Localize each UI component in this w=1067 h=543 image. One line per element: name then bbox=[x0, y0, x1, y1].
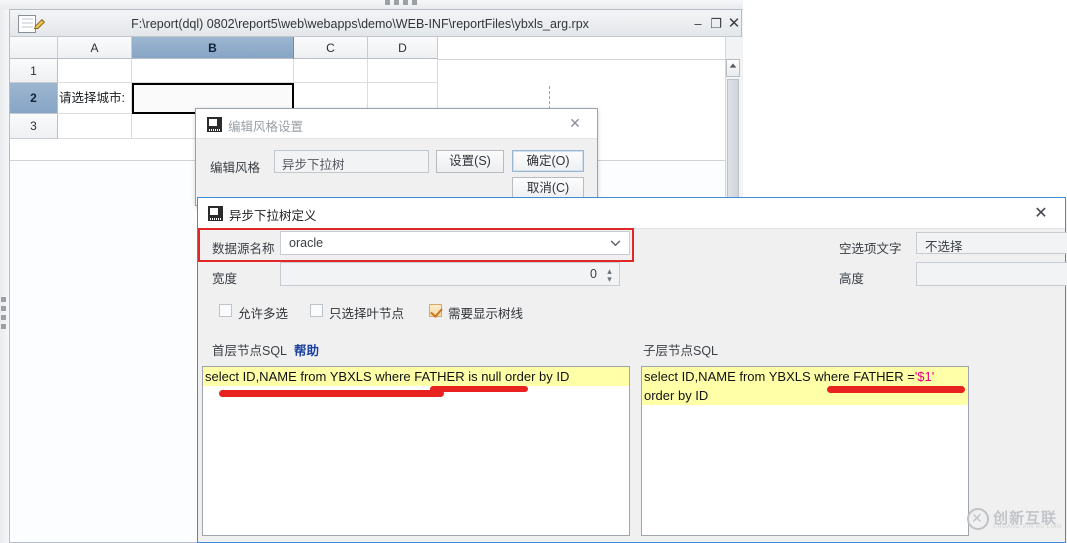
root-sql-text: select ID,NAME from YBXLS where FATHER i… bbox=[203, 367, 629, 386]
chevron-down-icon bbox=[610, 240, 621, 247]
cell-d1[interactable] bbox=[368, 59, 438, 83]
height-spinner[interactable]: 0 ▴ ▾ bbox=[916, 262, 1067, 286]
cell-a3[interactable] bbox=[58, 114, 132, 139]
row-header-1[interactable]: 1 bbox=[10, 59, 58, 83]
watermark: ✕ 创新互联 CHUANG XIN HU LIAN bbox=[967, 505, 1063, 535]
scroll-up-arrow-icon[interactable] bbox=[726, 59, 740, 77]
chevron-down-icon bbox=[410, 159, 421, 166]
checkbox-allow-multiselect-label: 允许多选 bbox=[238, 307, 289, 321]
cell-b1[interactable] bbox=[132, 59, 294, 83]
help-link[interactable]: 帮助 bbox=[294, 340, 319, 359]
edit-style-label: 编辑风格 bbox=[210, 161, 261, 175]
child-sql-parameter: '$1' bbox=[914, 369, 935, 384]
style-dialog-titlebar[interactable]: 编辑风格设置 ✕ bbox=[196, 109, 597, 139]
root-node-sql-label: 首层节点SQL bbox=[212, 344, 288, 358]
cell-a2[interactable]: 请选择城市: bbox=[58, 83, 132, 114]
empty-option-text-value: 不选择 bbox=[925, 240, 963, 254]
spin-down-icon[interactable]: ▾ bbox=[604, 275, 615, 284]
width-spinner[interactable]: 0 ▴ ▾ bbox=[280, 262, 620, 286]
column-header-a[interactable]: A bbox=[58, 37, 132, 59]
left-grip-handle[interactable] bbox=[1, 297, 7, 337]
column-header-b[interactable]: B bbox=[132, 37, 294, 59]
cell-c1[interactable] bbox=[294, 59, 368, 83]
minimize-button[interactable]: – bbox=[690, 16, 706, 31]
width-label: 宽度 bbox=[212, 272, 238, 286]
grid-header-filler bbox=[438, 37, 725, 60]
row-header-2[interactable]: 2 bbox=[10, 83, 58, 114]
annotation-underline-root-sql bbox=[219, 390, 444, 397]
top-grip-handle[interactable] bbox=[385, 0, 425, 6]
checkbox-show-tree-lines-label: 需要显示树线 bbox=[448, 307, 524, 321]
datasource-label: 数据源名称 bbox=[212, 242, 275, 256]
window-titlebar[interactable]: F:\report(dql) 0802\report5\web\webapps\… bbox=[10, 10, 741, 37]
empty-option-text-input[interactable]: 不选择 bbox=[916, 232, 1067, 254]
property-grid-panel: 属性名称 值 表达式 −··值··值··显示格式··显示值+··显示+··段落+… bbox=[743, 0, 1067, 200]
column-header-c[interactable]: C bbox=[294, 37, 368, 59]
style-set-button[interactable]: 设置(S) bbox=[436, 150, 504, 173]
app-icon bbox=[208, 206, 223, 221]
datasource-combobox[interactable]: oracle bbox=[280, 231, 630, 255]
checkbox-checked-icon[interactable] bbox=[429, 304, 442, 317]
pencil-icon bbox=[34, 19, 45, 29]
cell-a1[interactable] bbox=[58, 59, 132, 83]
tree-dialog-titlebar[interactable]: 异步下拉树定义 ✕ bbox=[198, 198, 1065, 229]
child-sql-line1-prefix: select ID,NAME from YBXLS where FATHER = bbox=[644, 369, 915, 384]
width-spinner-arrows[interactable]: ▴ ▾ bbox=[604, 267, 615, 284]
window-title: F:\report(dql) 0802\report5\web\webapps\… bbox=[131, 17, 589, 31]
column-header-d[interactable]: D bbox=[368, 37, 438, 59]
annotation-underline-child-sql bbox=[827, 386, 965, 393]
width-value: 0 bbox=[590, 267, 597, 281]
style-cancel-button-label: 取消(C) bbox=[526, 181, 570, 195]
style-dialog-title: 编辑风格设置 bbox=[228, 120, 304, 134]
edit-style-combobox[interactable]: 异步下拉树 bbox=[274, 150, 429, 173]
child-sql-line1: select ID,NAME from YBXLS where FATHER =… bbox=[642, 367, 968, 386]
maximize-button[interactable]: ❐ bbox=[708, 16, 724, 31]
watermark-subtext: CHUANG XIN HU LIAN bbox=[993, 524, 1062, 530]
style-set-button-label: 设置(S) bbox=[449, 154, 491, 168]
app-icon bbox=[207, 117, 222, 132]
child-node-sql-label: 子层节点SQL bbox=[643, 344, 719, 358]
height-label: 高度 bbox=[839, 272, 865, 286]
style-cancel-button[interactable]: 取消(C) bbox=[512, 177, 584, 199]
empty-option-text-label: 空选项文字 bbox=[839, 242, 902, 256]
report-file-icon bbox=[18, 15, 45, 33]
checkbox-box-icon[interactable] bbox=[310, 304, 323, 317]
tree-dialog-close-icon[interactable]: ✕ bbox=[1030, 203, 1052, 225]
edit-style-combo-value: 异步下拉树 bbox=[282, 158, 345, 172]
datasource-combo-value: oracle bbox=[289, 236, 324, 250]
grid-corner-cell[interactable] bbox=[10, 37, 58, 59]
row-header-3[interactable]: 3 bbox=[10, 114, 58, 139]
tree-dialog-title: 异步下拉树定义 bbox=[229, 209, 317, 223]
close-button[interactable]: ✕ bbox=[726, 16, 742, 31]
style-dialog-close-icon[interactable]: ✕ bbox=[566, 114, 584, 132]
checkbox-leaf-only-label: 只选择叶节点 bbox=[329, 307, 405, 321]
style-ok-button-label: 确定(O) bbox=[526, 154, 570, 168]
edit-style-settings-dialog: 编辑风格设置 ✕ 编辑风格 异步下拉树 设置(S) 确定(O) 取消(C) bbox=[195, 108, 598, 206]
annotation-underline-root-sql-2 bbox=[430, 386, 528, 392]
style-ok-button[interactable]: 确定(O) bbox=[512, 150, 584, 172]
watermark-mark: ✕ bbox=[971, 510, 983, 526]
checkbox-box-icon[interactable] bbox=[219, 304, 232, 317]
